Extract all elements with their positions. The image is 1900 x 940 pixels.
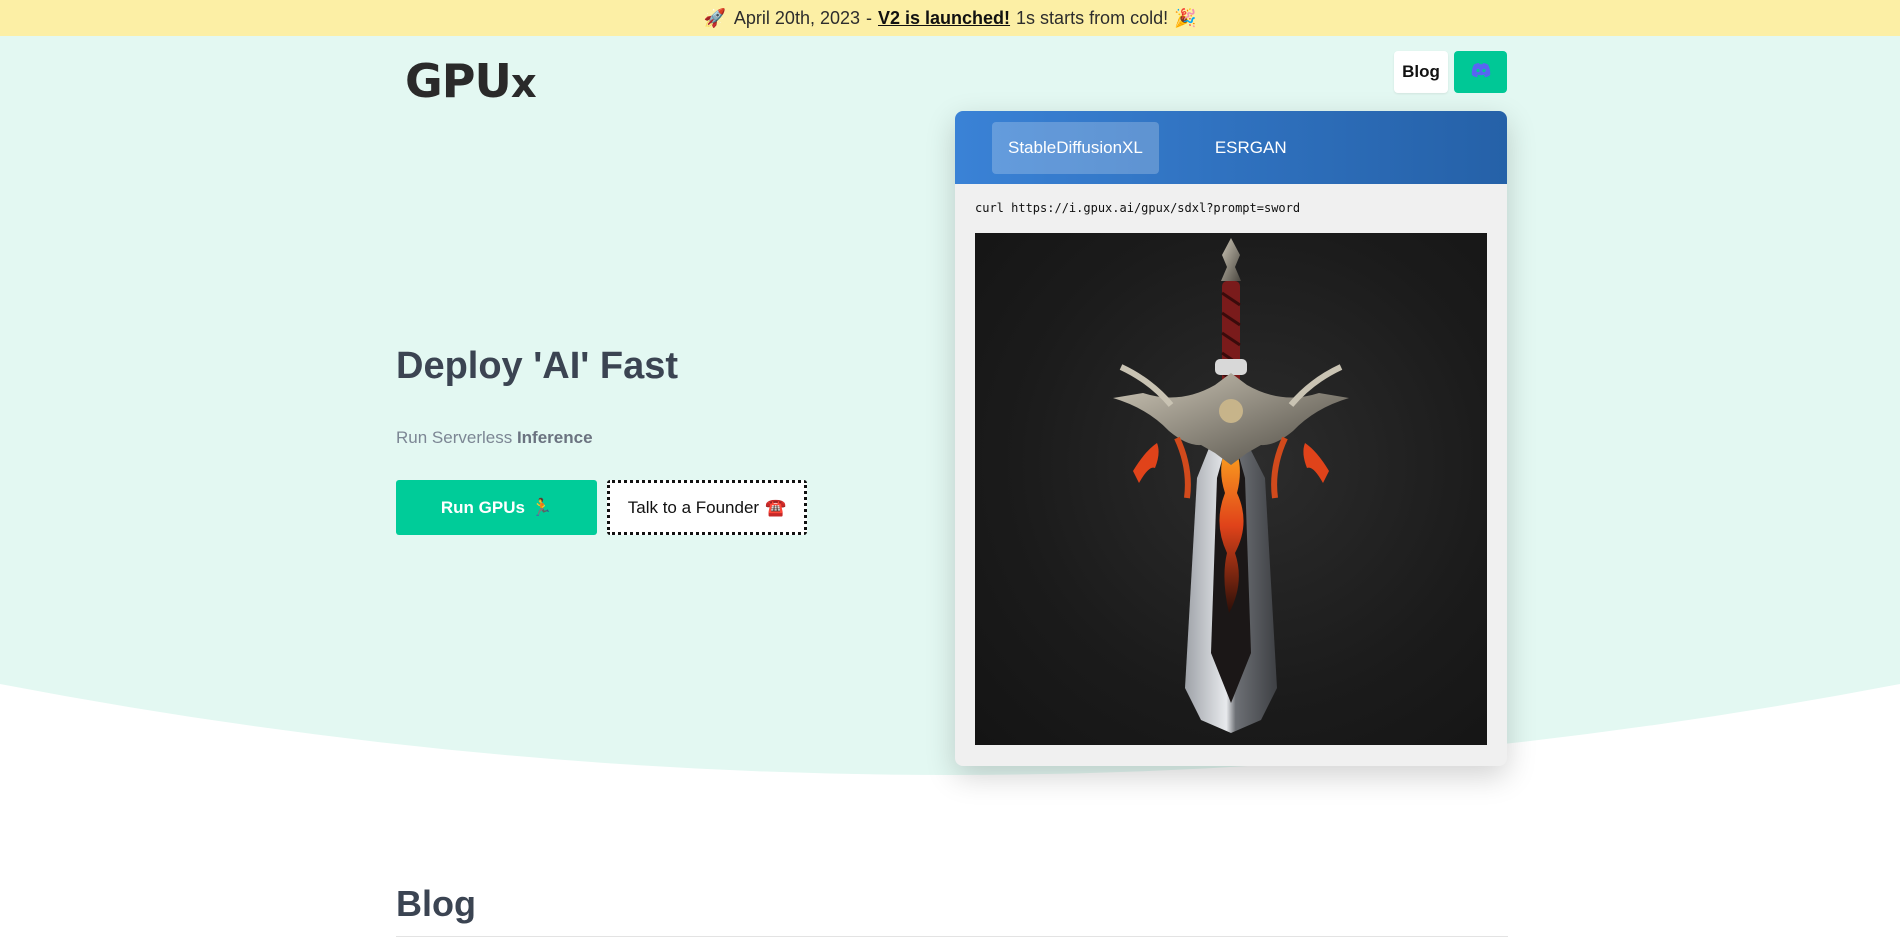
logo-text: GPU xyxy=(405,54,512,108)
blog-section-heading: Blog xyxy=(396,883,476,924)
top-nav: Blog xyxy=(1394,51,1507,93)
announcement-bar: 🚀 April 20th, 2023 - V2 is launched! 1s … xyxy=(0,0,1900,36)
hero-subtitle-prefix: Run Serverless xyxy=(396,428,513,447)
tab-esrgan[interactable]: ESRGAN xyxy=(1199,122,1303,174)
runner-emoji-icon: 🏃 xyxy=(530,497,553,517)
hero-subtitle: Run Serverless Inference xyxy=(396,428,593,448)
blog-divider xyxy=(396,936,1508,937)
announcement-date: April 20th, 2023 xyxy=(733,7,860,28)
hero-title: Deploy 'AI' Fast xyxy=(396,345,679,387)
hero-background xyxy=(0,36,1900,786)
party-emoji-icon: 🎉 xyxy=(1174,7,1197,28)
run-gpus-label: Run GPUs xyxy=(440,497,525,517)
logo-text-x: x xyxy=(510,61,537,107)
discord-button[interactable] xyxy=(1454,51,1507,93)
telephone-emoji-icon: ☎️ xyxy=(765,497,787,517)
curl-command: curl https://i.gpux.ai/gpux/sdxl?prompt=… xyxy=(975,201,1301,215)
announcement-link[interactable]: V2 is launched! xyxy=(878,8,1010,29)
cta-row: Run GPUs 🏃 Talk to a Founder ☎️ xyxy=(396,480,807,535)
generated-sword-image xyxy=(975,233,1487,745)
hero-subtitle-bold: Inference xyxy=(516,428,593,447)
discord-icon xyxy=(1471,62,1491,83)
demo-tabs: StableDiffusionXL ESRGAN xyxy=(955,111,1507,184)
nav-blog-button[interactable]: Blog xyxy=(1394,51,1448,93)
announcement-message: 1s starts from cold! xyxy=(1016,7,1169,28)
tab-stablediffusionxl[interactable]: StableDiffusionXL xyxy=(992,121,1159,174)
talk-to-founder-label: Talk to a Founder xyxy=(627,497,760,517)
gpux-logo[interactable]: GPUx xyxy=(405,58,537,107)
demo-card: StableDiffusionXL ESRGAN curl https://i.… xyxy=(955,111,1507,766)
run-gpus-button[interactable]: Run GPUs 🏃 xyxy=(396,480,597,535)
talk-to-founder-button[interactable]: Talk to a Founder ☎️ xyxy=(607,480,807,535)
rocket-emoji-icon: 🚀 xyxy=(703,7,726,28)
announcement-separator: - xyxy=(866,7,872,28)
